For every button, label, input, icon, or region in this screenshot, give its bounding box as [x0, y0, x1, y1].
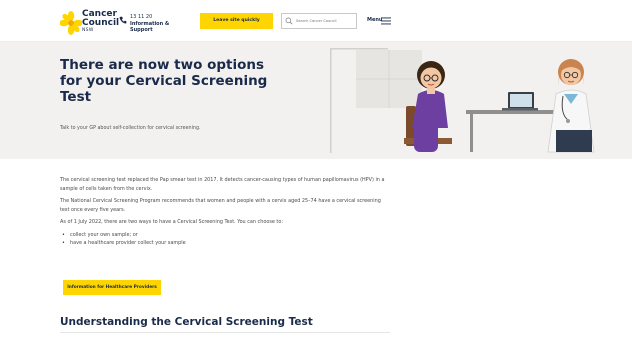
- logo-region: NSW: [82, 28, 94, 33]
- healthcare-providers-button[interactable]: Information for Healthcare Providers: [63, 280, 161, 295]
- hero-title: There are now two options for your Cervi…: [60, 57, 268, 105]
- section-heading: Understanding the Cervical Screening Tes…: [60, 316, 313, 328]
- phone-icon: [119, 16, 127, 24]
- list-item: collect your own sample; or: [60, 231, 390, 239]
- logo-line-2: Council: [82, 17, 120, 28]
- phone-number: 13 11 20: [130, 14, 153, 20]
- doctor-patient-illustration: [330, 48, 595, 153]
- search-box[interactable]: [281, 13, 357, 29]
- menu-button[interactable]: Menu: [367, 16, 393, 26]
- section-divider: [60, 332, 390, 333]
- hero-banner: There are now two options for your Cervi…: [0, 42, 632, 159]
- phone-link[interactable]: 13 11 20 Information & Support: [119, 14, 189, 33]
- main-content: The cervical screening test replaced the…: [60, 176, 390, 247]
- phone-label: Information & Support: [130, 21, 170, 33]
- hero-subtitle: Talk to your GP about self-collection fo…: [60, 126, 201, 131]
- options-list: collect your own sample; or have a healt…: [60, 231, 390, 247]
- intro-paragraph-3: As of 1 July 2022, there are two ways to…: [60, 219, 283, 225]
- site-header: Cancer Council NSW 13 11 20 Information …: [0, 0, 632, 42]
- search-icon[interactable]: [285, 17, 293, 25]
- search-input[interactable]: [296, 15, 354, 27]
- intro-paragraph-2: The National Cervical Screening Program …: [60, 198, 381, 213]
- intro-paragraph-1: The cervical screening test replaced the…: [60, 177, 385, 192]
- hamburger-icon: [381, 17, 391, 25]
- list-item: have a healthcare provider collect your …: [60, 239, 390, 247]
- leave-site-quickly-button[interactable]: Leave site quickly: [200, 13, 273, 29]
- daffodil-logo-icon: [60, 11, 82, 35]
